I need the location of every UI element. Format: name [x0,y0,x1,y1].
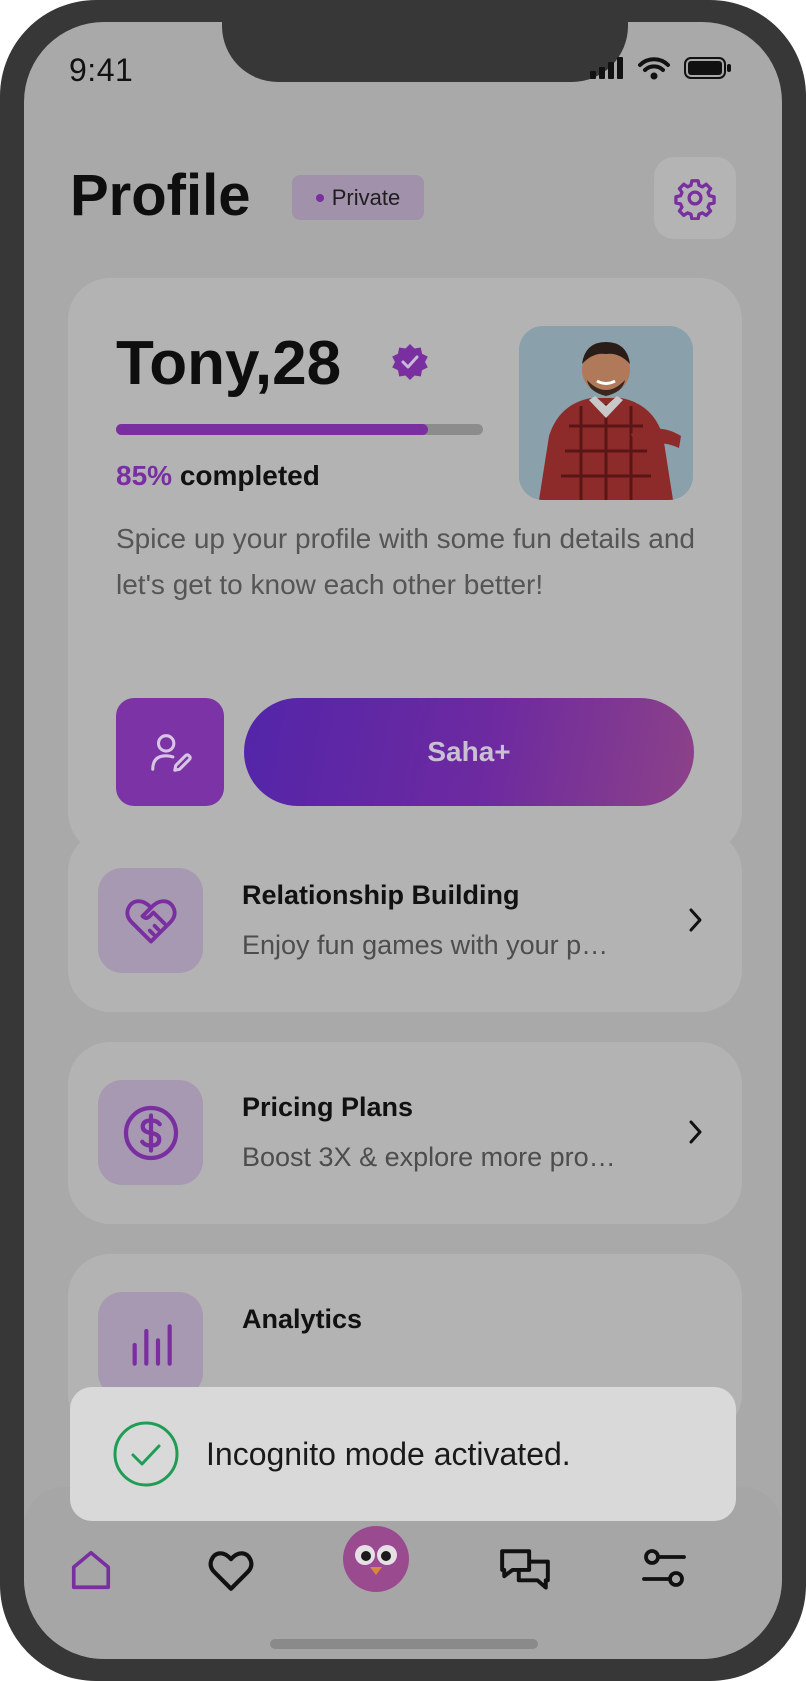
profile-progress-fill [116,424,428,435]
completion-suffix: completed [179,460,320,491]
signal-icon [590,57,623,79]
menu-icon-box [98,1080,203,1185]
person-photo-illustration [519,326,693,500]
menu-item-subtitle: Boost 3X & explore more pro… [242,1142,616,1172]
toast-notification: Incognito mode activated. [70,1387,736,1521]
wifi-icon [638,57,670,80]
saha-plus-button[interactable]: Saha+ [244,698,694,806]
user-edit-icon [151,734,192,772]
verified-icon [392,344,428,380]
menu-item-subtitle: Enjoy fun games with your p… [242,930,609,960]
status-time: 9:41 [69,52,134,88]
menu-item-title: Analytics [242,1304,363,1334]
gear-icon [674,179,716,220]
filters-icon [642,1549,686,1587]
menu-item-relationship-building[interactable]: Relationship Building Enjoy fun games wi… [68,830,742,1012]
menu-icon-box [98,1292,203,1397]
profile-card: Tony,28 85% completed Spice up your prof… [68,278,742,854]
phone-frame: 9:41 Profile Private Tony,28 85% complet… [0,0,806,1681]
nav-home[interactable] [68,1547,114,1593]
chevron-right-icon [689,908,702,932]
menu-item-pricing-plans[interactable]: Pricing Plans Boost 3X & explore more pr… [68,1042,742,1224]
mascot-avatar [343,1526,409,1592]
completion-percent: 85% [116,460,173,491]
screen: 9:41 Profile Private Tony,28 85% complet… [24,22,782,1659]
heart-handshake-icon [124,898,177,943]
profile-name: Tony,28 [116,329,342,398]
status-icons [590,56,732,80]
nav-mascot[interactable] [342,1525,410,1593]
check-circle-icon [113,1421,179,1487]
page-title: Profile [70,163,251,228]
badge-dot [315,193,324,202]
profile-progress-bar [116,424,483,435]
badge-label: Private [331,184,401,210]
menu-icon-box [98,868,203,973]
nav-filters[interactable] [640,1547,688,1591]
home-indicator [270,1639,538,1649]
battery-icon [684,57,731,79]
profile-photo[interactable] [519,326,693,500]
home-icon [71,1550,111,1590]
heart-icon [208,1551,254,1591]
chat-icon [500,1549,550,1590]
nav-chats[interactable] [498,1547,552,1597]
menu-item-title: Pricing Plans [242,1092,414,1122]
notch [222,22,628,82]
chart-icon [132,1323,172,1366]
menu-item-title: Relationship Building [242,880,520,910]
edit-profile-button[interactable] [116,698,224,806]
nav-likes[interactable] [206,1547,256,1593]
chevron-right-icon [689,1120,702,1144]
privacy-badge[interactable]: Private [292,175,424,220]
completion-text: 85% completed [116,460,320,492]
dollar-circle-icon [123,1105,178,1160]
toast-message: Incognito mode activated. [206,1435,571,1472]
profile-description: Spice up your profile with some fun deta… [116,523,695,600]
settings-button[interactable] [654,157,736,239]
